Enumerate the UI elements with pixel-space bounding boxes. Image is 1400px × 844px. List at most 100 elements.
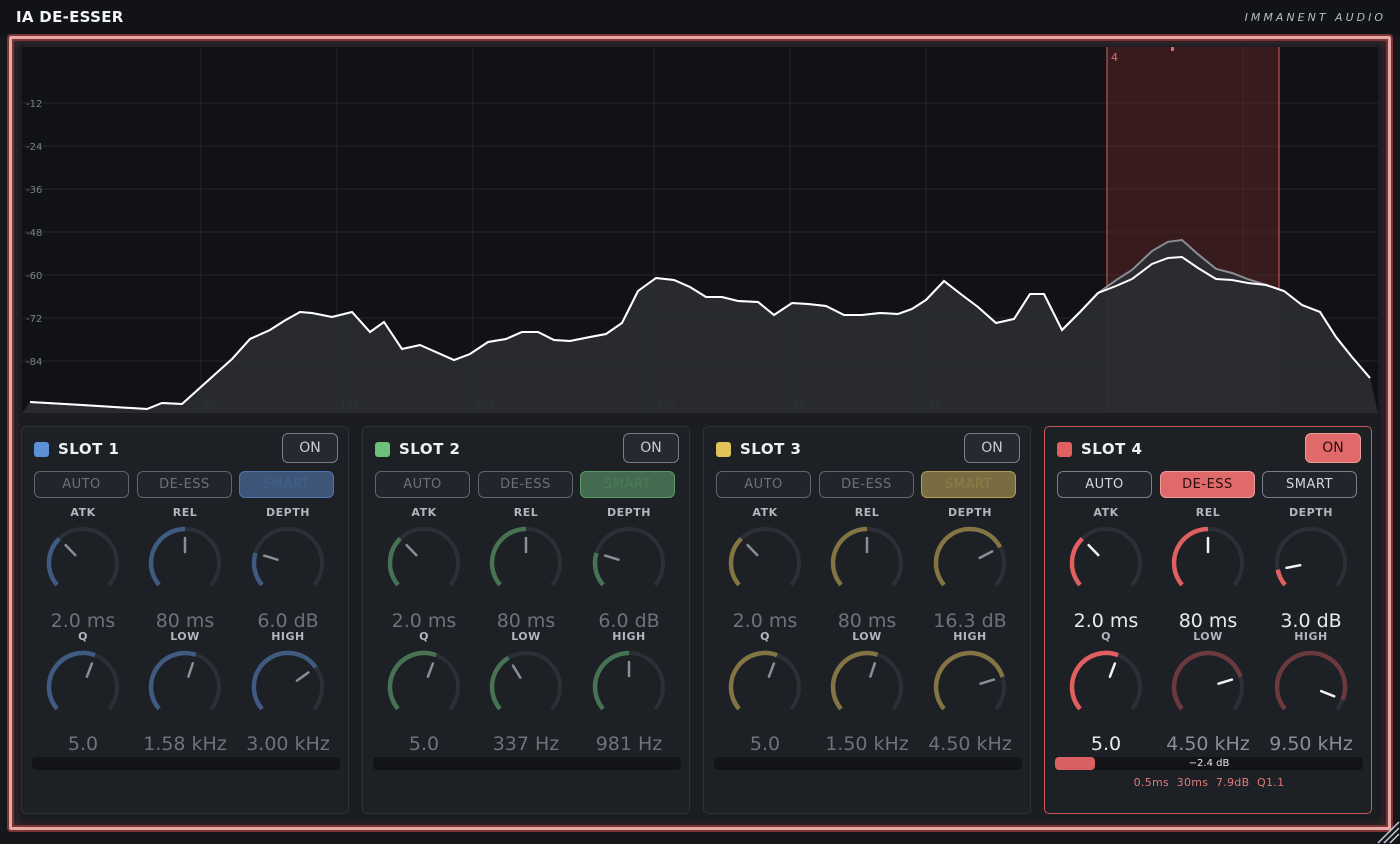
- knob-low[interactable]: [145, 647, 225, 727]
- slot-color-swatch[interactable]: [375, 442, 390, 457]
- knob-depth[interactable]: [589, 523, 669, 603]
- smart-button[interactable]: SMART: [580, 471, 675, 498]
- knob-label-high: HIGH: [271, 630, 305, 643]
- knob-low[interactable]: [827, 647, 907, 727]
- knob-high[interactable]: [589, 647, 669, 727]
- knob-value-atk: 2.0 ms: [732, 610, 798, 632]
- knob-atk[interactable]: [384, 523, 464, 603]
- db-label: -48: [26, 228, 42, 239]
- knob-label-q: Q: [1101, 630, 1111, 643]
- resize-grip-icon[interactable]: [1374, 818, 1400, 844]
- knob-atk[interactable]: [1066, 523, 1146, 603]
- de-ess-button[interactable]: DE-ESS: [478, 471, 573, 498]
- db-label: -24: [26, 142, 42, 153]
- knob-depth[interactable]: [930, 523, 1010, 603]
- knob-label-q: Q: [760, 630, 770, 643]
- knob-depth[interactable]: [248, 523, 328, 603]
- knob-low[interactable]: [486, 647, 566, 727]
- knob-value-q: 5.0: [1090, 733, 1122, 755]
- auto-button[interactable]: AUTO: [716, 471, 811, 498]
- knob-value-depth: 6.0 dB: [257, 610, 319, 632]
- spectrum-analyzer[interactable]: -12-24-36-48-60-72-84 501002005001k2k5k1…: [22, 47, 1378, 413]
- knob-label-high: HIGH: [1294, 630, 1328, 643]
- slot-on-button[interactable]: ON: [282, 433, 338, 463]
- knob-low[interactable]: [1168, 647, 1248, 727]
- db-label: -36: [26, 185, 42, 196]
- gain-reduction-meter: [714, 757, 1022, 770]
- slot-name: SLOT 3: [740, 440, 802, 458]
- knob-depth[interactable]: [1271, 523, 1351, 603]
- knob-value-high: 3.00 kHz: [246, 733, 330, 755]
- slot-panel-4: SLOT 4 ON AUTO DE-ESS SMART ATK 2.0 ms REL 80 ms…: [1044, 426, 1372, 814]
- knob-q[interactable]: [725, 647, 805, 727]
- knob-label-depth: DEPTH: [607, 506, 651, 519]
- knob-value-atk: 2.0 ms: [1073, 610, 1139, 632]
- slot-on-button[interactable]: ON: [964, 433, 1020, 463]
- knob-value-rel: 80 ms: [496, 610, 556, 632]
- knob-value-rel: 80 ms: [1178, 610, 1238, 632]
- title-bar: IA DE-ESSER IMMANENT AUDIO: [0, 0, 1400, 34]
- knob-label-atk: ATK: [411, 506, 437, 519]
- knob-rel[interactable]: [1168, 523, 1248, 603]
- knob-atk[interactable]: [43, 523, 123, 603]
- knob-label-rel: REL: [172, 506, 198, 519]
- auto-button[interactable]: AUTO: [1057, 471, 1152, 498]
- smart-button[interactable]: SMART: [921, 471, 1016, 498]
- knob-q[interactable]: [384, 647, 464, 727]
- slot-color-swatch[interactable]: [716, 442, 731, 457]
- auto-button[interactable]: AUTO: [34, 471, 129, 498]
- knob-value-low: 1.58 kHz: [143, 733, 227, 755]
- knob-value-low: 4.50 kHz: [1166, 733, 1250, 755]
- knob-q[interactable]: [43, 647, 123, 727]
- band-4-center-marker[interactable]: [1171, 47, 1174, 51]
- knob-rel[interactable]: [145, 523, 225, 603]
- de-ess-button[interactable]: DE-ESS: [137, 471, 232, 498]
- db-label: -12: [26, 99, 42, 110]
- knob-value-atk: 2.0 ms: [50, 610, 116, 632]
- knob-value-q: 5.0: [67, 733, 99, 755]
- de-ess-button[interactable]: DE-ESS: [819, 471, 914, 498]
- smart-button[interactable]: SMART: [1262, 471, 1357, 498]
- knob-label-depth: DEPTH: [1289, 506, 1333, 519]
- knob-label-low: LOW: [1193, 630, 1223, 643]
- knob-high[interactable]: [1271, 647, 1351, 727]
- knob-label-high: HIGH: [612, 630, 646, 643]
- knob-value-high: 981 Hz: [595, 733, 663, 755]
- knob-value-atk: 2.0 ms: [391, 610, 457, 632]
- knob-rel[interactable]: [827, 523, 907, 603]
- knob-rel[interactable]: [486, 523, 566, 603]
- db-label: -60: [26, 271, 42, 282]
- knob-value-high: 4.50 kHz: [928, 733, 1012, 755]
- app-title: IA DE-ESSER: [16, 8, 124, 26]
- slot-panel-2: SLOT 2 ON AUTO DE-ESS SMART ATK 2.0 ms REL 80 ms…: [362, 426, 690, 814]
- knob-label-atk: ATK: [70, 506, 96, 519]
- knob-label-atk: ATK: [752, 506, 778, 519]
- knob-value-q: 5.0: [749, 733, 781, 755]
- knob-label-high: HIGH: [953, 630, 987, 643]
- smart-button[interactable]: SMART: [239, 471, 334, 498]
- auto-button[interactable]: AUTO: [375, 471, 470, 498]
- slot-color-swatch[interactable]: [34, 442, 49, 457]
- db-label: -72: [26, 314, 42, 325]
- db-label: -84: [26, 357, 42, 368]
- slot-color-swatch[interactable]: [1057, 442, 1072, 457]
- slot-name: SLOT 2: [399, 440, 461, 458]
- knob-atk[interactable]: [725, 523, 805, 603]
- slot-on-button[interactable]: ON: [623, 433, 679, 463]
- de-ess-button[interactable]: DE-ESS: [1160, 471, 1255, 498]
- gain-reduction-value: −2.4 dB: [1188, 758, 1230, 769]
- slot-panel-3: SLOT 3 ON AUTO DE-ESS SMART ATK 2.0 ms REL 80 ms…: [703, 426, 1031, 814]
- knob-value-rel: 80 ms: [155, 610, 215, 632]
- slot-on-button[interactable]: ON: [1305, 433, 1361, 463]
- knob-q[interactable]: [1066, 647, 1146, 727]
- knob-high[interactable]: [930, 647, 1010, 727]
- slot-name: SLOT 4: [1081, 440, 1143, 458]
- knob-value-depth: 3.0 dB: [1280, 610, 1342, 632]
- knob-label-depth: DEPTH: [948, 506, 992, 519]
- knob-value-q: 5.0: [408, 733, 440, 755]
- knob-label-q: Q: [419, 630, 429, 643]
- knob-label-rel: REL: [1195, 506, 1221, 519]
- knob-label-low: LOW: [170, 630, 200, 643]
- knob-high[interactable]: [248, 647, 328, 727]
- knob-value-depth: 16.3 dB: [933, 610, 1007, 632]
